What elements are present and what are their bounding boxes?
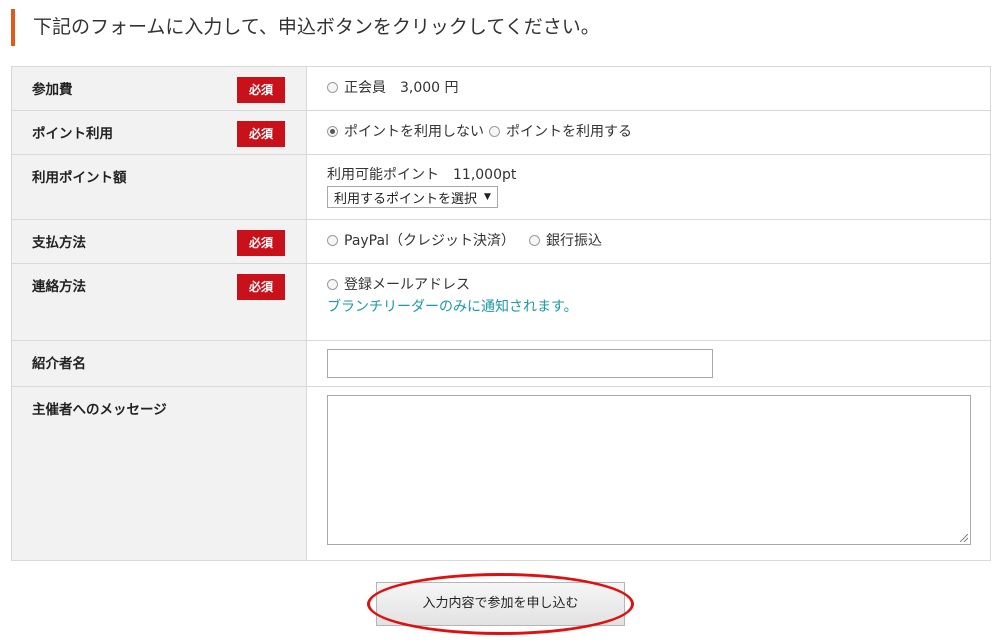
row-label-message: 主催者へのメッセージ <box>11 386 307 561</box>
referrer-field <box>306 340 991 387</box>
resize-handle-icon[interactable] <box>960 534 968 542</box>
radio-registered-email[interactable] <box>327 278 338 290</box>
radio-paypal[interactable] <box>327 234 338 246</box>
contact-options: 登録メールアドレス ブランチリーダーのみに通知されます。 <box>306 263 991 341</box>
message-field <box>306 386 991 561</box>
point-amount-select[interactable]: 利用するポイントを選択 ▼ <box>327 186 498 208</box>
row-label-referrer: 紹介者名 <box>11 340 307 387</box>
page-instruction: 下記のフォームに入力して、申込ボタンをクリックしてください。 <box>11 9 633 46</box>
option-label: PayPal（クレジット決済） <box>344 233 515 249</box>
option-label: 登録メールアドレス <box>344 277 470 293</box>
radio-no-points[interactable] <box>327 125 338 137</box>
point-amount-field: 利用可能ポイント 11,000pt 利用するポイントを選択 ▼ <box>306 154 991 220</box>
option-label: ポイントを利用する <box>506 124 632 140</box>
contact-note: ブランチリーダーのみに通知されます。 <box>327 299 578 315</box>
dropdown-arrow-icon: ▼ <box>484 192 491 202</box>
field-label: 主催者へのメッセージ <box>32 402 167 418</box>
fee-options: 正会員 3,000 円 <box>306 66 991 111</box>
option-label: ポイントを利用しない <box>344 124 484 140</box>
available-points: 利用可能ポイント 11,000pt <box>327 167 517 183</box>
row-label-fee: 参加費 必須 <box>11 66 307 111</box>
fee-option-label: 正会員 3,000 円 <box>344 80 459 96</box>
radio-use-points[interactable] <box>489 125 500 137</box>
payment-options: PayPal（クレジット決済） 銀行振込 <box>306 219 991 264</box>
required-badge: 必須 <box>237 77 285 103</box>
row-label-point-amount: 利用ポイント額 <box>11 154 307 220</box>
field-label: 利用ポイント額 <box>32 170 127 186</box>
row-label-point-use: ポイント利用 必須 <box>11 110 307 155</box>
option-label: 銀行振込 <box>545 233 602 249</box>
required-badge: 必須 <box>237 274 285 300</box>
radio-bank-transfer[interactable] <box>528 234 540 246</box>
point-use-options: ポイントを利用しない ポイントを利用する <box>306 110 991 155</box>
row-label-payment: 支払方法 必須 <box>11 219 307 264</box>
fee-radio-regular-member[interactable] <box>327 81 338 93</box>
row-label-contact: 連絡方法 必須 <box>11 263 307 341</box>
referrer-name-input[interactable] <box>327 349 713 378</box>
application-form: 参加費 必須 正会員 3,000 円 ポイント利用 必須 ポイントを利用しない <box>11 66 991 561</box>
field-label: 紹介者名 <box>32 356 86 372</box>
required-badge: 必須 <box>237 230 285 256</box>
select-value: 利用するポイントを選択 <box>334 191 478 207</box>
message-textarea[interactable] <box>327 395 971 545</box>
required-badge: 必須 <box>237 121 285 147</box>
submit-application-button[interactable]: 入力内容で参加を申し込む <box>376 582 625 626</box>
